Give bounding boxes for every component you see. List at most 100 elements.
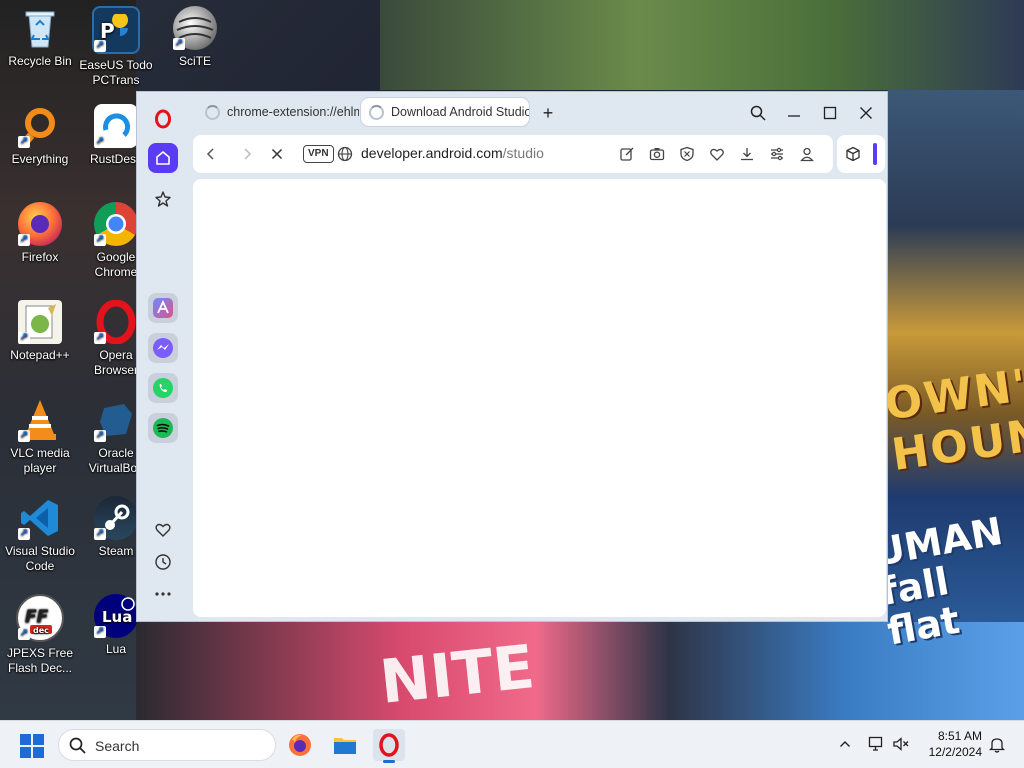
desktop-icon-label: Everything	[11, 152, 69, 166]
desktop-icon-everything[interactable]: ↗ Everything	[0, 104, 80, 167]
search-icon	[750, 105, 766, 121]
spotify-icon	[153, 418, 173, 438]
rustdesk-icon: ↗	[94, 104, 138, 148]
shortcut-arrow-icon: ↗	[18, 234, 30, 246]
profile-button[interactable]	[795, 142, 819, 166]
taskbar-opera[interactable]	[373, 729, 405, 763]
tab-search-button[interactable]	[745, 100, 771, 126]
steam-icon: ↗	[94, 496, 138, 540]
everything-icon: ↗	[18, 104, 62, 148]
extensions-button[interactable]	[841, 142, 865, 166]
taskbar-clock[interactable]: 8:51 AM 12/2/2024	[920, 728, 982, 760]
downloads-button[interactable]	[735, 142, 759, 166]
taskbar-firefox[interactable]	[284, 729, 316, 761]
chevron-right-icon	[244, 148, 252, 160]
desktop-icon-recycle-bin[interactable]: Recycle Bin	[0, 6, 80, 69]
new-tab-button[interactable]: +	[537, 102, 559, 124]
taskbar-file-explorer[interactable]	[329, 729, 361, 761]
desktop-icon-jpexs[interactable]: FF dec ↗ JPEXS Free Flash Dec...	[0, 594, 80, 676]
back-button[interactable]	[199, 142, 223, 166]
edit-icon	[620, 147, 634, 161]
desktop-icon-label: SciTE	[178, 54, 211, 68]
firefox-icon	[289, 734, 311, 756]
star-outline-icon	[155, 191, 171, 207]
opera-menu-button[interactable]	[148, 104, 178, 134]
virtualbox-icon: ↗	[94, 398, 138, 442]
sidebar-more-button[interactable]	[148, 579, 178, 609]
address-toolbar: VPN developer.android.com/studio	[193, 135, 833, 173]
wallpaper-fallflat-text: UMAN fall flat	[870, 508, 1006, 654]
desktop-icon-label: JPEXS Free Flash Dec...	[6, 646, 74, 675]
ad-blocker-button[interactable]	[675, 142, 699, 166]
tab-download-android-studio[interactable]: Download Android Studio	[361, 98, 529, 126]
vpn-badge[interactable]: VPN	[303, 145, 334, 163]
sidebar-pinboard-button[interactable]	[148, 184, 178, 214]
address-bar-url[interactable]: developer.android.com/studio	[361, 145, 544, 161]
bookmark-button[interactable]	[705, 142, 729, 166]
show-hidden-icons-button[interactable]	[834, 733, 856, 755]
desktop-icon-notepadpp[interactable]: ↗ Notepad++	[0, 300, 80, 363]
close-button[interactable]	[853, 100, 879, 126]
opera-browser-window: chrome-extension://ehlmj Download Androi…	[136, 91, 888, 622]
forward-button[interactable]	[235, 142, 259, 166]
desktop-icon-label: Visual Studio Code	[5, 544, 75, 573]
clock-icon	[155, 554, 171, 570]
shortcut-arrow-icon: ↗	[94, 234, 106, 246]
sidebar-favorites-button[interactable]	[148, 515, 178, 545]
desktop-icon-firefox[interactable]: ↗ Firefox	[0, 202, 80, 265]
aria-icon	[153, 298, 173, 318]
chrome-icon: ↗	[94, 202, 138, 246]
desktop-icon-label: RustDesk	[89, 152, 142, 166]
shortcut-arrow-icon: ↗	[18, 136, 30, 148]
notepadpp-icon: ↗	[18, 300, 62, 344]
scite-icon: ↗	[173, 6, 217, 50]
sidebar-aria-button[interactable]	[148, 293, 178, 323]
desktop-icon-vscode[interactable]: ↗ Visual Studio Code	[0, 496, 80, 574]
desktop-icon-vlc[interactable]: ↗ VLC media player	[0, 398, 80, 476]
maximize-button[interactable]	[817, 100, 843, 126]
easy-setup-button[interactable]	[765, 142, 789, 166]
sidebar-whatsapp-button[interactable]	[148, 373, 178, 403]
network-ethernet-icon	[868, 736, 883, 751]
desktop-icon-scite[interactable]: ↗ SciTE	[155, 6, 235, 69]
desktop-icon-label: VLC media player	[10, 446, 70, 475]
opera-icon: ↗	[94, 300, 138, 344]
sidebar-home-button[interactable]	[148, 143, 178, 173]
heart-outline-icon	[155, 523, 171, 537]
shortcut-arrow-icon: ↗	[94, 40, 106, 52]
sidebar-panel-indicator	[873, 143, 877, 165]
stop-loading-button[interactable]	[265, 142, 289, 166]
active-app-indicator	[383, 760, 395, 763]
desktop-icon-easeus[interactable]: P ↗ EaseUS Todo PCTrans	[76, 6, 156, 88]
windows-logo-icon	[33, 734, 44, 745]
minimize-button[interactable]	[781, 100, 807, 126]
notifications-button[interactable]	[986, 733, 1008, 755]
url-domain: developer.android.com	[361, 145, 503, 161]
sidebar-history-button[interactable]	[148, 547, 178, 577]
taskbar-search-box[interactable]: Search	[58, 729, 276, 761]
loading-spinner-icon	[205, 104, 220, 120]
start-button[interactable]	[20, 734, 44, 758]
extensions-area	[837, 135, 885, 173]
bell-icon	[989, 737, 1005, 753]
edit-page-button[interactable]	[615, 142, 639, 166]
shortcut-arrow-icon: ↗	[18, 628, 30, 640]
snapshot-button[interactable]	[645, 142, 669, 166]
svg-text:dec: dec	[33, 626, 49, 635]
sidebar-messenger-button[interactable]	[148, 333, 178, 363]
desktop-icon-label: Steam	[98, 544, 134, 558]
volume-button[interactable]	[890, 733, 912, 755]
network-status-button[interactable]	[866, 733, 888, 755]
page-content-area[interactable]	[193, 179, 886, 617]
heart-outline-icon	[710, 148, 724, 161]
shortcut-arrow-icon: ↗	[94, 136, 106, 148]
maximize-icon	[823, 106, 837, 120]
windows-logo-icon	[20, 747, 31, 758]
globe-icon	[337, 146, 353, 162]
sidebar-spotify-button[interactable]	[148, 413, 178, 443]
jpexs-icon: FF dec ↗	[16, 594, 64, 642]
tab-chrome-extension[interactable]: chrome-extension://ehlmj	[197, 98, 359, 126]
shortcut-arrow-icon: ↗	[94, 626, 106, 638]
whatsapp-icon	[153, 378, 173, 398]
site-info-button[interactable]	[333, 142, 357, 166]
